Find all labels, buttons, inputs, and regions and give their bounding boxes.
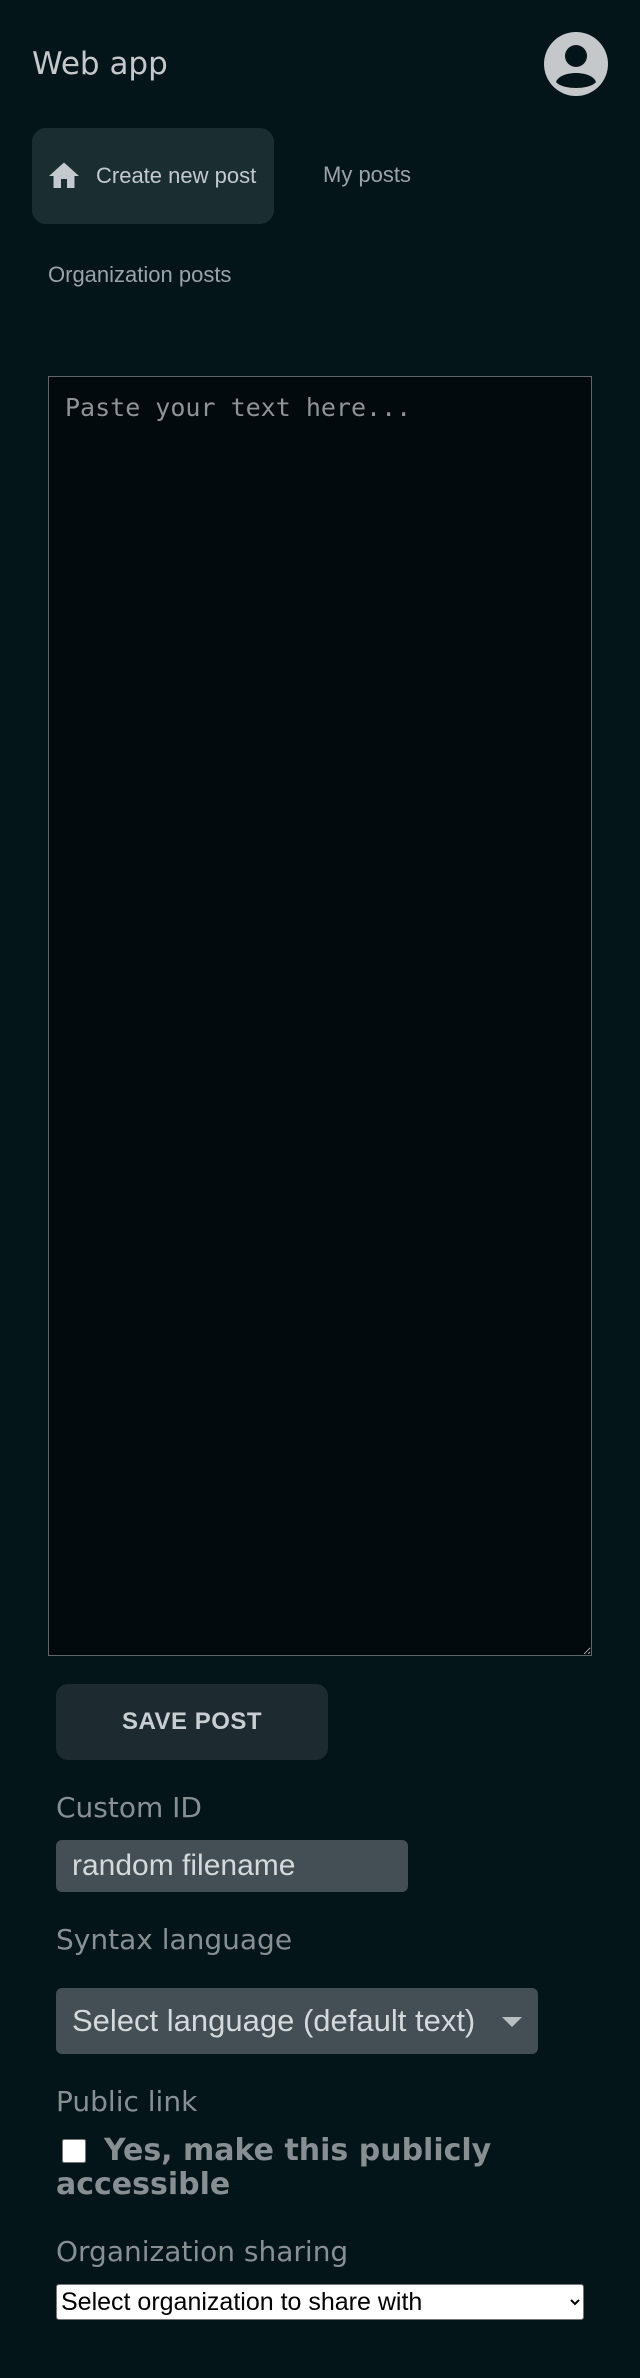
post-text-input[interactable] <box>48 376 592 1656</box>
save-post-button[interactable]: SAVE POST <box>56 1684 328 1760</box>
tab-organization-posts[interactable]: Organization posts <box>48 261 231 289</box>
syntax-language-selected: Select language (default text) <box>72 2003 476 2038</box>
organization-sharing-select[interactable]: Select organization to share with <box>56 2284 584 2320</box>
tab-label: Create new post <box>96 163 257 188</box>
custom-id-input[interactable] <box>56 1840 408 1892</box>
organization-sharing-label: Organization sharing <box>56 2235 349 2268</box>
public-link-checkbox[interactable] <box>62 2139 86 2163</box>
public-link-option: Yes, make this publicly accessible <box>56 2134 556 2202</box>
public-link-label: Public link <box>56 2085 198 2118</box>
custom-id-label: Custom ID <box>56 1791 202 1824</box>
tab-create-new-post[interactable]: Create new post <box>32 128 274 224</box>
account-circle-icon[interactable] <box>544 32 608 96</box>
chevron-down-icon <box>502 2017 522 2027</box>
syntax-language-label: Syntax language <box>56 1923 293 1956</box>
syntax-language-select[interactable]: Select language (default text) <box>56 1988 538 2054</box>
tab-my-posts[interactable]: My posts <box>323 161 411 189</box>
app-title: Web app <box>32 46 168 82</box>
home-icon <box>46 158 82 194</box>
public-link-checkbox-label[interactable]: Yes, make this publicly accessible <box>56 2134 556 2202</box>
